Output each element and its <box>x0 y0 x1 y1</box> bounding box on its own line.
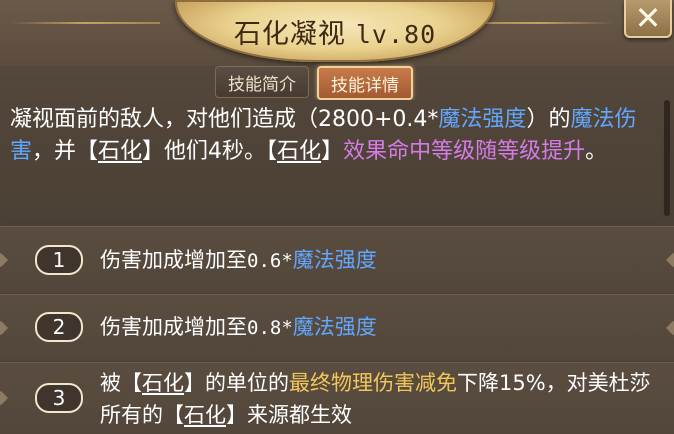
upgrade-index: 3 <box>35 383 83 413</box>
desc-magic-power: 魔法强度 <box>438 107 527 132</box>
desc-text: 。 <box>585 139 608 164</box>
upgrade-value: 0.6* <box>247 250 293 272</box>
upgrade-highlight: 魔法强度 <box>292 315 377 339</box>
tab-skill-summary[interactable]: 技能简介 <box>215 66 309 98</box>
petrify-keyword[interactable]: 石化 <box>142 371 184 395</box>
upgrade-index: 2 <box>35 312 83 342</box>
tab-skill-details[interactable]: 技能详情 <box>317 66 413 100</box>
skill-title: 石化凝视 lv.80 <box>175 12 495 51</box>
description-scrollbar[interactable] <box>664 100 670 216</box>
petrify-keyword[interactable]: 石化 <box>184 403 226 427</box>
skill-detail-panel: 石化凝视 lv.80 ✕ 技能简介 技能详情 凝视面前的敌人，对他们造成（2800… <box>0 0 674 434</box>
upgrade-label: 】来源都生效 <box>226 403 352 427</box>
petrify-keyword[interactable]: 石化 <box>277 139 321 164</box>
row-ornament <box>0 252 9 268</box>
row-ornament <box>0 320 9 336</box>
skill-name: 石化凝视 <box>233 19 346 50</box>
upgrade-text: 被【石化】的单位的最终物理伤害减免下降15%，对美杜莎所有的【石化】来源都生效 <box>100 367 660 431</box>
skill-level: lv.80 <box>355 20 437 49</box>
desc-text: 】 <box>321 139 344 164</box>
tab-bar: 技能简介 技能详情 <box>215 66 413 100</box>
row-ornament <box>665 252 674 268</box>
upgrade-label: 被【 <box>100 371 142 395</box>
upgrade-highlight: 最终物理伤害减免 <box>289 371 457 395</box>
upgrade-label: 】的单位的 <box>184 371 289 395</box>
upgrade-value: 0.8* <box>247 317 293 339</box>
skill-description: 凝视面前的敌人，对他们造成（2800+0.4*魔法强度）的魔法伤害，并【石化】他… <box>10 104 655 168</box>
upgrade-label: 伤害加成增加至 <box>100 315 247 339</box>
upgrade-label: 伤害加成增加至 <box>100 248 247 272</box>
upgrade-row-1: 1 伤害加成增加至0.6*魔法强度 <box>0 226 674 293</box>
petrify-keyword[interactable]: 石化 <box>98 139 142 164</box>
upgrade-row-3: 3 被【石化】的单位的最终物理伤害减免下降15%，对美杜莎所有的【石化】来源都生… <box>0 362 674 434</box>
row-ornament <box>0 390 9 406</box>
desc-text: ）的 <box>526 107 571 132</box>
close-button[interactable]: ✕ <box>624 0 672 38</box>
desc-effect-hit: 效果命中等级随等级提升 <box>343 139 586 164</box>
upgrade-text: 伤害加成增加至0.8*魔法强度 <box>100 311 660 344</box>
desc-text: ，并【 <box>32 139 99 164</box>
upgrade-row-2: 2 伤害加成增加至0.8*魔法强度 <box>0 294 674 361</box>
upgrade-text: 伤害加成增加至0.6*魔法强度 <box>100 244 660 277</box>
ornament-left <box>10 22 160 24</box>
upgrade-index: 1 <box>35 245 83 275</box>
row-ornament <box>665 320 674 336</box>
upgrade-highlight: 魔法强度 <box>292 248 377 272</box>
close-icon: ✕ <box>634 0 662 37</box>
desc-text: 凝视面前的敌人，对他们造成（2800+0.4* <box>10 107 439 132</box>
desc-text: 】他们4秒。【 <box>142 139 278 164</box>
